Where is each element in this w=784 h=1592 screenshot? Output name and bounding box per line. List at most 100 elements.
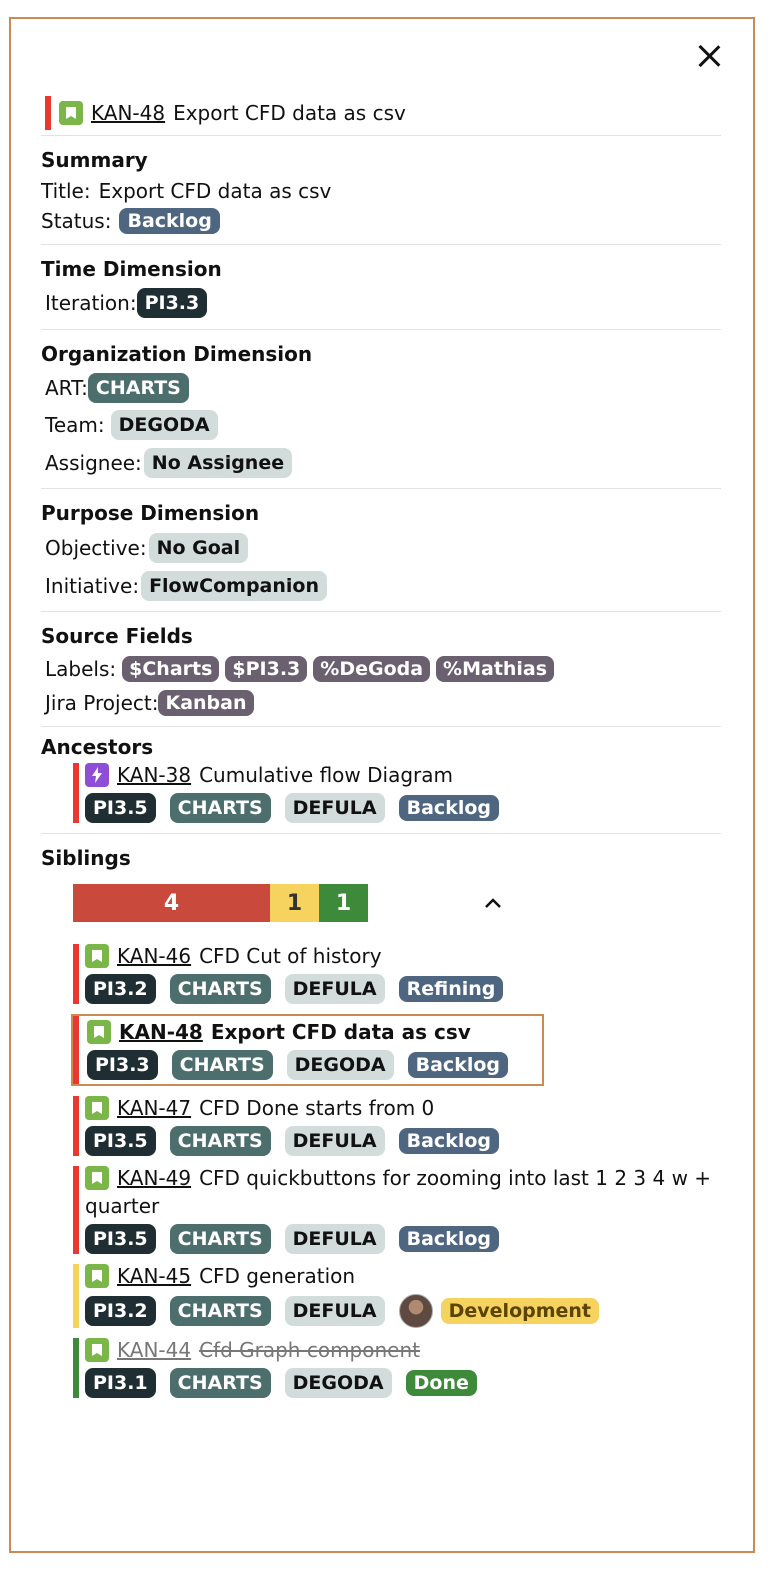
- team-badge: DEFULA: [284, 1296, 385, 1326]
- status-badge: Backlog: [398, 1128, 499, 1154]
- art-badge: CHARTS: [87, 373, 189, 403]
- status-badge: Backlog: [398, 1226, 499, 1252]
- art-badge: CHARTS: [169, 1126, 271, 1156]
- story-icon: [87, 1020, 111, 1044]
- field-project: Jira Project: Kanban: [45, 686, 721, 720]
- label-tag: $PI3.3: [225, 656, 308, 682]
- section-siblings: Siblings: [41, 846, 131, 870]
- field-iteration-label: Iteration:: [45, 291, 137, 315]
- story-icon: [59, 101, 83, 125]
- ancestor-key-link[interactable]: KAN-38: [117, 763, 191, 787]
- sibling-title: CFD generation: [199, 1264, 356, 1288]
- project-badge: Kanban: [158, 690, 254, 716]
- field-initiative-label: Initiative:: [45, 574, 140, 598]
- field-initiative: Initiative: FlowCompanion: [45, 567, 721, 605]
- issue-title: Export CFD data as csv: [173, 101, 406, 125]
- story-icon: [85, 1264, 109, 1288]
- iteration-badge: PI3.2: [85, 1296, 156, 1326]
- team-badge: DEGODA: [110, 410, 218, 440]
- status-badge: Development: [440, 1298, 600, 1324]
- art-badge: CHARTS: [169, 1296, 271, 1326]
- sibling-key-link[interactable]: KAN-48: [119, 1020, 203, 1044]
- label-tag: %Mathias: [436, 656, 555, 682]
- sibling-card[interactable]: KAN-45 CFD generation PI3.2 CHARTS DEFUL…: [73, 1264, 721, 1328]
- sibling-title: Export CFD data as csv: [210, 1020, 471, 1044]
- sibling-key-link[interactable]: KAN-49: [117, 1166, 191, 1190]
- status-bar: [45, 96, 51, 130]
- field-objective: Objective: No Goal: [45, 529, 721, 567]
- status-badge: Backlog: [407, 1052, 508, 1078]
- field-art-label: ART:: [45, 376, 88, 400]
- objective-badge: No Goal: [148, 533, 249, 563]
- iteration-badge: PI3.5: [85, 1224, 156, 1254]
- ancestor-card[interactable]: KAN-38 Cumulative flow Diagram PI3.5 CHA…: [73, 763, 721, 823]
- sibling-key-link[interactable]: KAN-44: [117, 1338, 191, 1362]
- team-badge: DEGODA: [284, 1368, 392, 1398]
- sibling-key-link[interactable]: KAN-47: [117, 1096, 191, 1120]
- section-time: Time Dimension: [41, 257, 222, 281]
- section-organization: Organization Dimension: [41, 342, 313, 366]
- iteration-badge: PI3.3: [87, 1050, 158, 1080]
- panel-content: KAN-48 Export CFD data as csv Summary Ti…: [41, 93, 721, 1408]
- field-team-label: Team:: [45, 413, 105, 437]
- issue-detail-panel: KAN-48 Export CFD data as csv Summary Ti…: [9, 17, 755, 1553]
- art-badge: CHARTS: [169, 793, 271, 823]
- iteration-badge: PI3.3: [136, 288, 208, 318]
- issue-key-link[interactable]: KAN-48: [91, 101, 165, 125]
- field-status: Status: Backlog: [41, 206, 721, 236]
- sibling-title: Cfd Graph component: [199, 1338, 420, 1362]
- section-ancestors: Ancestors: [41, 735, 154, 759]
- art-badge: CHARTS: [171, 1050, 273, 1080]
- label-tag: %DeGoda: [313, 656, 431, 682]
- story-icon: [85, 1338, 109, 1362]
- field-labels: Labels: $Charts $PI3.3 %DeGoda %Mathias: [45, 652, 721, 686]
- sibling-key-link[interactable]: KAN-46: [117, 944, 191, 968]
- team-badge: DEFULA: [284, 1126, 385, 1156]
- iteration-badge: PI3.5: [85, 1126, 156, 1156]
- field-title: Title: Export CFD data as csv: [41, 176, 721, 206]
- siblings-progress: 4 1 1: [73, 884, 721, 922]
- status-badge: Backlog: [119, 208, 220, 234]
- sibling-title-cont: quarter: [85, 1194, 160, 1218]
- sibling-card[interactable]: KAN-44 Cfd Graph component PI3.1 CHARTS …: [73, 1338, 721, 1398]
- sibling-card[interactable]: KAN-49 CFD quickbuttons for zooming into…: [73, 1166, 721, 1254]
- epic-icon: [85, 763, 109, 787]
- sibling-title: CFD Cut of history: [199, 944, 382, 968]
- story-icon: [85, 944, 109, 968]
- avatar: [398, 1294, 433, 1328]
- field-status-label: Status:: [41, 209, 112, 233]
- sibling-card-selected[interactable]: KAN-48 Export CFD data as csv PI3.3 CHAR…: [71, 1014, 544, 1086]
- section-summary: Summary: [41, 148, 148, 172]
- section-source: Source Fields: [41, 624, 193, 648]
- field-labels-label: Labels:: [45, 657, 117, 681]
- field-title-value: Export CFD data as csv: [98, 179, 332, 203]
- sibling-title: CFD Done starts from 0: [199, 1096, 435, 1120]
- sibling-card[interactable]: KAN-46 CFD Cut of history PI3.2 CHARTS D…: [73, 944, 721, 1004]
- initiative-badge: FlowCompanion: [141, 571, 327, 601]
- iteration-badge: PI3.5: [85, 793, 156, 823]
- field-project-label: Jira Project:: [45, 691, 159, 715]
- progress-inprogress: 1: [270, 884, 319, 922]
- chevron-up-icon[interactable]: [483, 884, 503, 922]
- field-assignee-label: Assignee:: [45, 451, 142, 475]
- progress-todo: 4: [73, 884, 270, 922]
- story-icon: [85, 1096, 109, 1120]
- team-badge: DEFULA: [284, 793, 385, 823]
- close-icon[interactable]: [694, 41, 724, 71]
- status-badge: Done: [405, 1370, 477, 1396]
- progress-bar: 4 1 1: [73, 884, 368, 922]
- sibling-title: CFD quickbuttons for zooming into last 1…: [199, 1166, 712, 1190]
- team-badge: DEFULA: [284, 1224, 385, 1254]
- assignee-badge: No Assignee: [143, 448, 293, 478]
- sibling-key-link[interactable]: KAN-45: [117, 1264, 191, 1288]
- status-badge: Refining: [398, 976, 504, 1002]
- art-badge: CHARTS: [169, 1368, 271, 1398]
- section-purpose: Purpose Dimension: [41, 501, 260, 525]
- sibling-card[interactable]: KAN-47 CFD Done starts from 0 PI3.5 CHAR…: [73, 1096, 721, 1156]
- art-badge: CHARTS: [169, 1224, 271, 1254]
- issue-header: KAN-48 Export CFD data as csv: [45, 93, 721, 133]
- team-badge: DEFULA: [284, 974, 385, 1004]
- ancestor-title: Cumulative flow Diagram: [199, 763, 454, 787]
- team-badge: DEGODA: [286, 1050, 394, 1080]
- field-objective-label: Objective:: [45, 536, 147, 560]
